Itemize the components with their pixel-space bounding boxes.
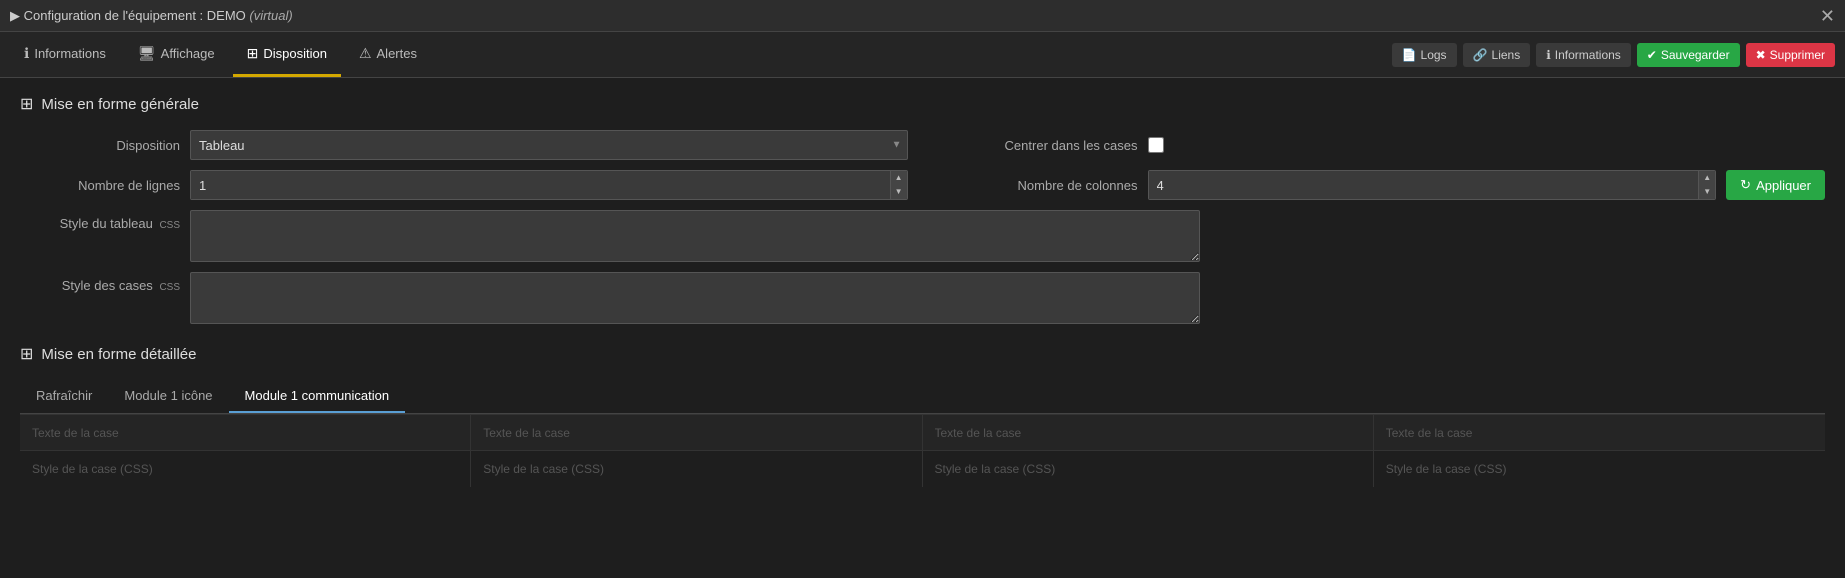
nb-lignes-input[interactable] <box>191 171 890 199</box>
section1-title: Mise en forme générale <box>41 96 199 113</box>
informations-button[interactable]: ℹ Informations <box>1536 43 1631 67</box>
top-nav: ℹ Informations 🖥 Affichage ⊞ Disposition… <box>0 32 1845 78</box>
disposition-label: Disposition <box>20 138 180 153</box>
style-tableau-css-label: CSS <box>159 220 180 231</box>
cell-3-style[interactable] <box>923 451 1373 487</box>
liens-button[interactable]: 🔗 Liens <box>1463 43 1531 67</box>
cell-3-text[interactable] <box>923 415 1373 451</box>
subtab-module1-communication-label: Module 1 communication <box>245 388 390 403</box>
warning-icon: ⚠ <box>359 45 372 62</box>
nb-colonnes-spinner-btns: ▲ ▼ <box>1698 171 1715 199</box>
appliquer-label: Appliquer <box>1756 178 1811 193</box>
disposition-select[interactable]: Tableau Grille Libre <box>190 130 908 160</box>
style-cases-row: Style des cases CSS <box>20 272 1825 324</box>
nb-lignes-down[interactable]: ▼ <box>891 185 907 199</box>
style-cases-label: Style des cases CSS <box>20 278 180 293</box>
nb-lignes-spinner-btns: ▲ ▼ <box>890 171 907 199</box>
subtab-module1-icone[interactable]: Module 1 icône <box>108 380 228 413</box>
sub-tabs: Rafraîchir Module 1 icône Module 1 commu… <box>20 380 1825 414</box>
cell-4-style[interactable] <box>1374 451 1825 487</box>
title-italic: (virtual) <box>249 8 292 23</box>
nb-lignes-up[interactable]: ▲ <box>891 171 907 185</box>
section1-icon: ⊞ <box>20 94 33 114</box>
grid-icon: ⊞ <box>247 45 259 62</box>
liens-icon: 🔗 <box>1473 48 1488 62</box>
cell-4 <box>1374 415 1825 487</box>
disposition-select-wrapper: Tableau Grille Libre ▼ <box>190 130 908 160</box>
nb-colonnes-label: Nombre de colonnes <box>938 178 1138 193</box>
supprimer-label: Supprimer <box>1770 48 1825 62</box>
liens-label: Liens <box>1492 48 1521 62</box>
subtab-module1-icone-label: Module 1 icône <box>124 388 212 403</box>
section2-header: ⊞ Mise en forme détaillée <box>20 344 1825 364</box>
tab-informations-label: Informations <box>34 46 106 61</box>
title-bar: ▶ Configuration de l'équipement : DEMO (… <box>0 0 1845 32</box>
info-icon: ℹ <box>24 45 29 62</box>
title-text: Configuration de l'équipement : DEMO <box>24 8 246 23</box>
tab-informations[interactable]: ℹ Informations <box>10 32 120 77</box>
check-icon: ✔ <box>1647 48 1657 62</box>
tab-alertes-label: Alertes <box>377 46 417 61</box>
bottom-grid <box>20 414 1825 487</box>
informations-label: Informations <box>1555 48 1621 62</box>
title-bar-text: ▶ Configuration de l'équipement : DEMO (… <box>10 8 293 24</box>
nav-tabs: ℹ Informations 🖥 Affichage ⊞ Disposition… <box>10 32 431 77</box>
centrer-checkbox[interactable] <box>1148 137 1164 153</box>
logs-icon: 📄 <box>1402 48 1417 62</box>
cell-2 <box>471 415 922 487</box>
style-cases-css-label: CSS <box>159 282 180 293</box>
cell-1-style[interactable] <box>20 451 470 487</box>
cross-icon: ✖ <box>1756 48 1766 62</box>
nb-lignes-label: Nombre de lignes <box>20 178 180 193</box>
section2-title: Mise en forme détaillée <box>41 346 196 363</box>
informations-icon: ℹ <box>1546 48 1551 62</box>
style-tableau-row: Style du tableau CSS <box>20 210 1825 262</box>
cell-1 <box>20 415 471 487</box>
centrer-label: Centrer dans les cases <box>938 138 1138 153</box>
tab-alertes[interactable]: ⚠ Alertes <box>345 32 431 77</box>
tab-affichage[interactable]: 🖥 Affichage <box>124 32 229 77</box>
close-button[interactable]: ✕ <box>1820 7 1835 25</box>
subtab-module1-communication[interactable]: Module 1 communication <box>229 380 406 413</box>
logs-button[interactable]: 📄 Logs <box>1392 43 1457 67</box>
subtab-rafraichir[interactable]: Rafraîchir <box>20 380 108 413</box>
nb-colonnes-down[interactable]: ▼ <box>1699 185 1715 199</box>
style-tableau-textarea[interactable] <box>190 210 1200 262</box>
refresh-icon: ↻ <box>1740 177 1751 193</box>
tab-disposition-label: Disposition <box>263 46 327 61</box>
nb-colonnes-input[interactable] <box>1149 171 1699 199</box>
appliquer-button[interactable]: ↻ Appliquer <box>1726 170 1825 200</box>
supprimer-button[interactable]: ✖ Supprimer <box>1746 43 1835 67</box>
tab-disposition[interactable]: ⊞ Disposition <box>233 32 341 77</box>
cell-2-text[interactable] <box>471 415 921 451</box>
main-content: ⊞ Mise en forme générale Disposition Tab… <box>0 78 1845 503</box>
style-tableau-label: Style du tableau CSS <box>20 216 180 231</box>
nb-colonnes-up[interactable]: ▲ <box>1699 171 1715 185</box>
cell-1-text[interactable] <box>20 415 470 451</box>
section2: ⊞ Mise en forme détaillée Rafraîchir Mod… <box>20 344 1825 487</box>
monitor-icon: 🖥 <box>138 45 156 62</box>
style-cases-textarea[interactable] <box>190 272 1200 324</box>
nav-actions: 📄 Logs 🔗 Liens ℹ Informations ✔ Sauvegar… <box>1392 43 1835 67</box>
sauvegarder-label: Sauvegarder <box>1661 48 1730 62</box>
cell-2-style[interactable] <box>471 451 921 487</box>
section2-icon: ⊞ <box>20 344 33 364</box>
nb-colonnes-spinner: ▲ ▼ <box>1148 170 1717 200</box>
tab-affichage-label: Affichage <box>161 46 215 61</box>
cell-3 <box>923 415 1374 487</box>
cell-4-text[interactable] <box>1374 415 1825 451</box>
sauvegarder-button[interactable]: ✔ Sauvegarder <box>1637 43 1740 67</box>
subtab-rafraichir-label: Rafraîchir <box>36 388 92 403</box>
logs-label: Logs <box>1421 48 1447 62</box>
nb-lignes-spinner: ▲ ▼ <box>190 170 908 200</box>
section1-header: ⊞ Mise en forme générale <box>20 94 1825 114</box>
